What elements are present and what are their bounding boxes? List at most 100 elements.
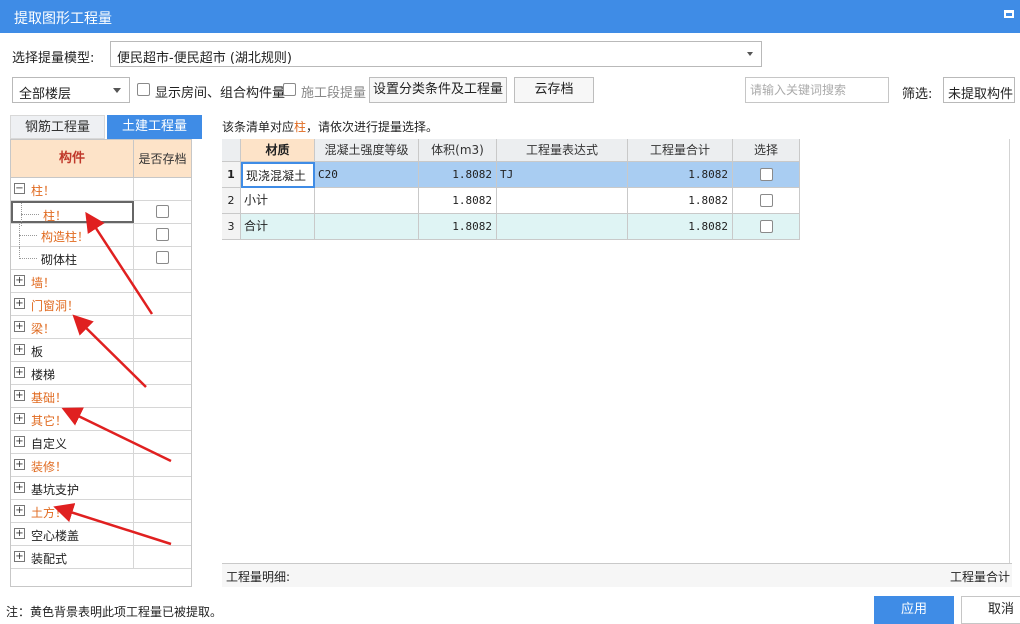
construction-stage-checkbox[interactable] [283,83,296,96]
expand-icon[interactable]: + [14,344,25,355]
header-total: 工程量合计 [628,139,733,162]
tree-row-label: 柱！ [31,184,56,198]
model-select-label: 选择提量模型: [12,51,95,66]
expand-icon[interactable]: + [14,275,25,286]
saved-checkbox[interactable] [156,205,169,218]
filter-select[interactable]: 未提取构件 [943,77,1015,103]
row-number: 3 [222,214,241,240]
tree-row-label: 板 [31,345,44,359]
tree-row[interactable]: + 基坑支护 [11,477,191,500]
tree-row-label: 基坑支护 [31,483,80,497]
tree-row-label: 楼梯 [31,368,56,382]
component-tree: 构件 是否存档 − 柱！ 柱！ 构造柱！ 砌体柱 + 墙！ + 门窗洞！ + 梁！ + 板… [10,139,192,587]
tree-row-label: 柱！ [43,209,68,223]
tab-rebar[interactable]: 钢筋工程量 [10,115,105,139]
expression-cell [497,188,628,214]
instruction-prefix: 该条清单对应 [222,120,295,134]
grade-cell [315,214,419,240]
expand-icon[interactable]: + [14,413,25,424]
volume-cell: 1.8082 [419,162,497,188]
saved-checkbox[interactable] [156,251,169,264]
header-select: 选择 [733,139,800,162]
detail-label: 工程量明细: [226,570,291,584]
table-row[interactable]: 1 现浇混凝土 C20 1.8082 TJ 1.8082 [222,162,800,188]
total-cell: 1.8082 [628,188,733,214]
tree-row-label: 基础！ [31,391,68,405]
tree-row[interactable]: + 土方！ [11,500,191,523]
volume-cell: 1.8082 [419,214,497,240]
grid-corner [222,139,241,162]
tree-row[interactable]: + 梁！ [11,316,191,339]
expand-icon[interactable]: + [14,459,25,470]
cancel-button[interactable]: 取消 [961,596,1020,624]
total-cell: 1.8082 [628,214,733,240]
restore-icon[interactable] [1004,10,1014,18]
expand-icon[interactable]: + [14,367,25,378]
select-checkbox[interactable] [760,220,773,233]
tree-row[interactable]: + 门窗洞！ [11,293,191,316]
instruction-text: 该条清单对应柱，请依次进行提量选择。 [222,118,438,135]
expression-cell [497,214,628,240]
show-rooms-checkbox[interactable] [137,83,150,96]
select-checkbox[interactable] [760,168,773,181]
expression-cell[interactable]: TJ [497,162,628,188]
select-checkbox[interactable] [760,194,773,207]
expand-icon[interactable]: + [14,505,25,516]
construction-stage-label: 施工段提量 [301,86,367,101]
tree-row-label: 门窗洞！ [31,299,80,313]
tree-row[interactable]: + 空心楼盖 [11,523,191,546]
model-select-value: 便民超市-便民超市 (湖北规则) [117,51,292,66]
grade-cell[interactable]: C20 [315,162,419,188]
header-grade: 混凝土强度等级 [315,139,419,162]
tree-row[interactable]: + 装配式 [11,546,191,569]
expand-icon[interactable]: + [14,482,25,493]
expand-icon[interactable]: + [14,321,25,332]
cloud-save-button[interactable]: 云存档 [514,77,594,103]
expand-icon[interactable]: + [14,551,25,562]
tree-row[interactable]: + 其它！ [11,408,191,431]
tree-row[interactable]: 柱！ [11,201,191,226]
floor-select-value: 全部楼层 [19,87,72,102]
tree-header: 构件 是否存档 [11,140,191,178]
tree-row[interactable]: 构造柱！ [11,224,191,247]
footnote: 注：黄色背景表明此项工程量已被提取。 [6,605,223,619]
floor-select[interactable]: 全部楼层 [12,77,130,103]
tree-row[interactable]: + 自定义 [11,431,191,454]
tree-row-label: 自定义 [31,437,68,451]
header-volume: 体积(m3) [419,139,497,162]
material-cell[interactable]: 现浇混凝土 [241,162,315,188]
tree-header-component: 构件 [11,140,134,178]
tree-row-label: 砌体柱 [41,253,78,267]
tree-row[interactable]: + 基础！ [11,385,191,408]
tree-row[interactable]: + 装修！ [11,454,191,477]
expand-icon[interactable]: + [14,390,25,401]
table-row[interactable]: 2 小计 1.8082 1.8082 [222,188,800,214]
expand-icon[interactable]: + [14,298,25,309]
volume-cell: 1.8082 [419,188,497,214]
tree-row-label: 装配式 [31,552,68,566]
tree-row-label: 装修！ [31,460,68,474]
set-classify-button[interactable]: 设置分类条件及工程量 [369,77,507,103]
tree-row[interactable]: + 楼梯 [11,362,191,385]
row-number: 2 [222,188,241,214]
tree-row[interactable]: − 柱！ [11,178,191,201]
tree-row-label: 梁！ [31,322,56,336]
tree-row-label: 墙！ [31,276,56,290]
search-input[interactable]: 请输入关键词搜索 [745,77,889,103]
expand-icon[interactable]: + [14,436,25,447]
tree-row[interactable]: + 墙！ [11,270,191,293]
saved-checkbox[interactable] [156,228,169,241]
tree-row[interactable]: 砌体柱 [11,247,191,270]
model-select[interactable]: 便民超市-便民超市 (湖北规则) [110,41,762,67]
tab-civil[interactable]: 土建工程量 [107,115,202,139]
header-expression: 工程量表达式 [497,139,628,162]
tree-row-label: 构造柱！ [41,230,90,244]
header-material: 材质 [241,139,315,162]
apply-button[interactable]: 应用 [874,596,954,624]
collapse-icon[interactable]: − [14,183,25,194]
tree-row[interactable]: + 板 [11,339,191,362]
filter-select-value: 未提取构件 [948,87,1014,102]
expand-icon[interactable]: + [14,528,25,539]
table-row[interactable]: 3 合计 1.8082 1.8082 [222,214,800,240]
row-number: 1 [222,162,241,188]
